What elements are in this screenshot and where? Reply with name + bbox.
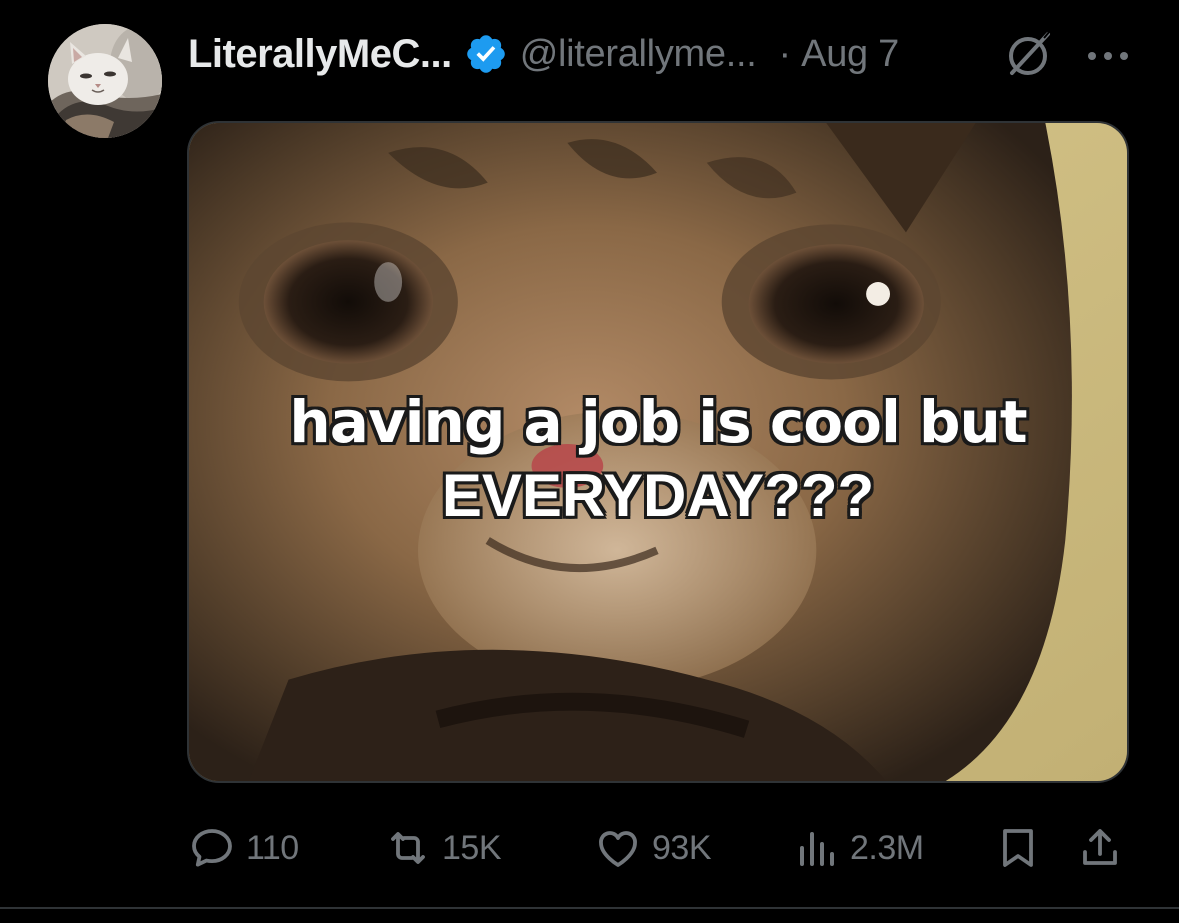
post[interactable]: LiterallyMeC... @literallyme... · Aug 7 [0,0,1179,923]
reply-icon [192,829,232,867]
meme-caption: having a job is cool but EVERYDAY??? [189,385,1127,533]
post-divider [0,907,1179,909]
heart-icon [599,831,637,867]
bookmark-icon [1003,829,1033,867]
like-count: 93K [652,828,712,867]
share-icon [1083,829,1117,865]
repost-icon [391,832,425,864]
post-timestamp[interactable]: Aug 7 [801,33,899,76]
avatar[interactable] [48,24,162,138]
post-actions: 110 15K 93K 2.3M [188,820,1138,876]
avatar-cat-image [48,24,162,138]
bookmark-button[interactable] [994,820,1042,876]
post-media-image[interactable]: having a job is cool but EVERYDAY??? [187,121,1129,783]
view-count: 2.3M [850,828,924,867]
display-name[interactable]: LiterallyMeC... [188,32,452,77]
reply-button[interactable]: 110 [188,820,299,876]
share-button[interactable] [1076,820,1124,876]
more-icon[interactable] [1084,26,1132,82]
user-handle[interactable]: @literallyme... [520,33,757,76]
reply-count: 110 [246,828,299,867]
header-separator: · [778,32,792,75]
repost-button[interactable]: 15K [384,820,502,876]
repost-count: 15K [442,828,502,867]
post-header: LiterallyMeC... @literallyme... · Aug 7 [188,26,899,82]
verified-badge-icon[interactable] [464,32,508,76]
like-button[interactable]: 93K [594,820,712,876]
views-button[interactable]: 2.3M [792,820,924,876]
views-icon [800,832,834,866]
caption-line-2: EVERYDAY??? [441,462,875,529]
caption-line-1: having a job is cool but [289,388,1027,456]
grok-icon[interactable] [1000,26,1056,82]
